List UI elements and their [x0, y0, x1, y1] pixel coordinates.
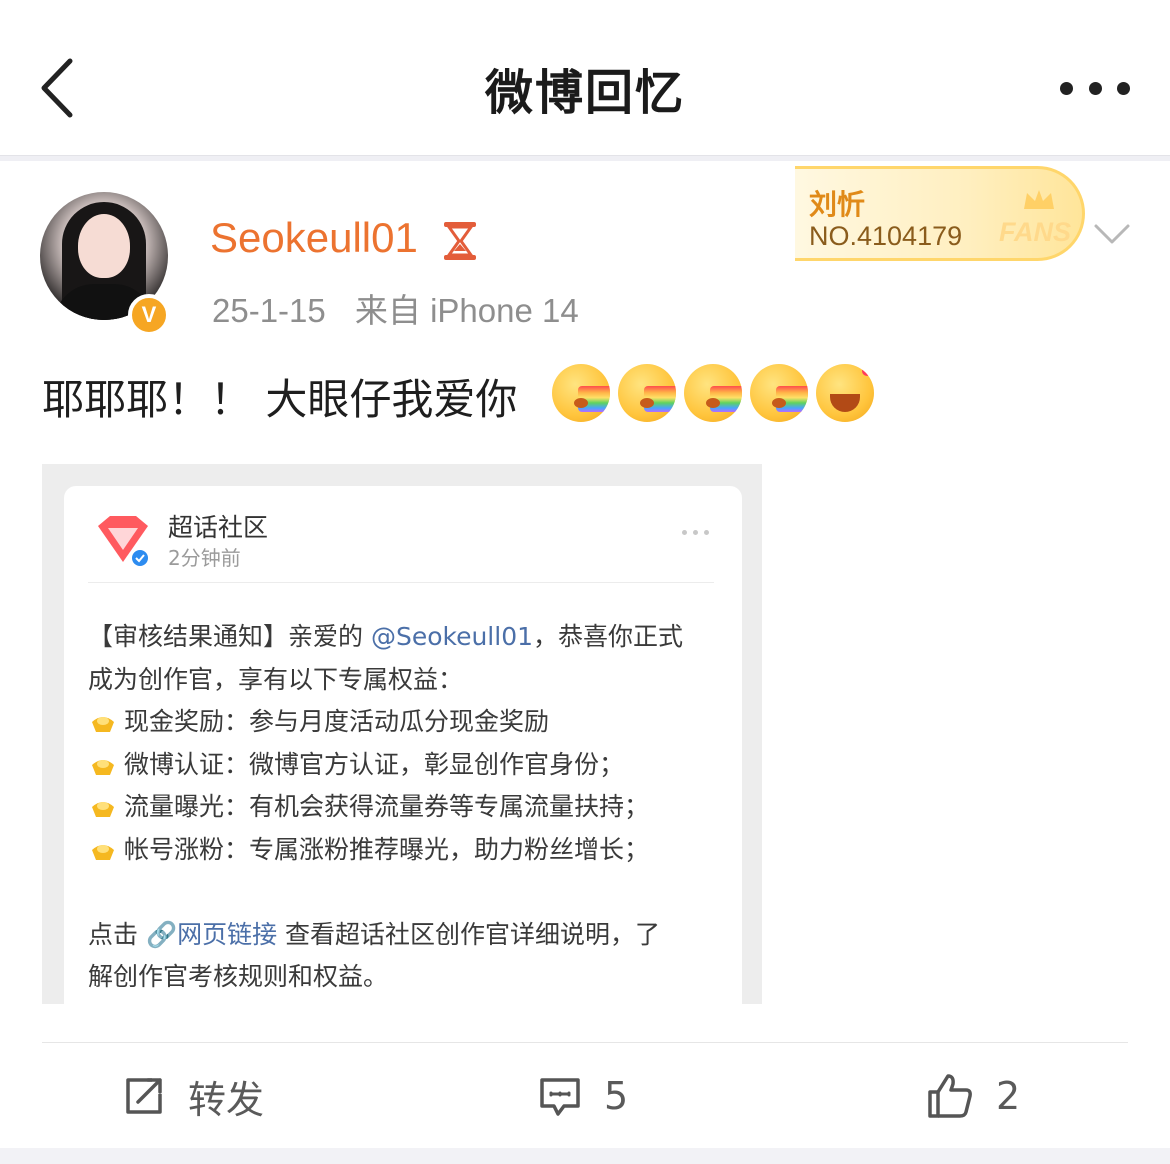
gold-ingot-icon — [92, 717, 114, 732]
embed-text: 解创作官考核规则和权益。 — [88, 962, 389, 991]
header-divider — [0, 155, 1170, 161]
crown-icon — [1024, 190, 1054, 209]
embed-divider — [88, 582, 714, 583]
embedded-notification-card: 超话社区 2分钟前 【审核结果通知】亲爱的 @Seokeull01，恭喜你正式 … — [64, 486, 742, 1004]
fans-badge-label: FANS — [999, 217, 1072, 247]
post-image[interactable]: 超话社区 2分钟前 【审核结果通知】亲爱的 @Seokeull01，恭喜你正式 … — [42, 464, 762, 1004]
more-options-button[interactable] — [1060, 74, 1130, 102]
rainbow-vomit-emoji-icon — [618, 364, 676, 422]
benefit-item: 流量曝光：有机会获得流量券等专属流量扶持； — [88, 786, 728, 829]
repost-icon — [126, 1078, 162, 1114]
post-source: 来自 iPhone 14 — [354, 292, 579, 329]
page-title: 微博回忆 — [484, 64, 685, 121]
emoji-row — [552, 364, 882, 424]
bottom-spacer — [0, 1148, 1170, 1164]
embed-time: 2分钟前 — [168, 546, 241, 570]
embed-more-icon — [682, 530, 715, 535]
embed-text: 【审核结果通知】亲爱的 — [88, 622, 371, 651]
gold-ingot-icon — [92, 802, 114, 817]
benefit-item: 帐号涨粉：专属涨粉推荐曝光，助力粉丝增长； — [88, 829, 728, 872]
post-text: 耶耶耶！！ 大眼仔我爱你 — [42, 375, 518, 424]
comment-icon — [540, 1078, 580, 1116]
thumbs-up-icon — [928, 1074, 972, 1118]
comment-button[interactable]: 5 — [538, 1068, 628, 1124]
fans-badge-number: NO.4104179 — [809, 221, 963, 251]
fans-badge[interactable]: 刘忻 NO.4104179 FANS — [795, 166, 1085, 261]
happy-emoji-icon — [816, 364, 874, 422]
post-date: 25-1-15 — [212, 292, 326, 329]
chevron-left-icon — [41, 58, 73, 118]
web-link: 网页链接 — [177, 919, 278, 949]
benefit-item: 现金奖励：参与月度活动瓜分现金奖励 — [88, 701, 728, 744]
post-meta: 25-1-15 来自 iPhone 14 — [212, 284, 599, 332]
like-button[interactable]: 2 — [926, 1068, 1020, 1124]
embed-text: ，恭喜你正式 — [533, 622, 684, 651]
like-count: 2 — [996, 1074, 1021, 1118]
chevron-down-icon[interactable] — [1090, 218, 1134, 250]
repost-label: 转发 — [188, 1077, 265, 1122]
embed-text: 点击 — [88, 919, 146, 949]
gold-ingot-icon — [92, 759, 114, 775]
embed-text: 成为创作官，享有以下专属权益： — [88, 664, 464, 694]
top-nav-bar: 微博回忆 — [0, 0, 1170, 155]
comment-count: 5 — [604, 1074, 629, 1118]
action-bar: 转发 5 2 — [0, 1050, 1170, 1142]
hourglass-icon — [444, 222, 476, 260]
link-icon: 🔗 — [145, 919, 178, 949]
verified-badge-icon: V — [128, 294, 170, 336]
rainbow-vomit-emoji-icon — [750, 364, 808, 422]
embed-body: 【审核结果通知】亲爱的 @Seokeull01，恭喜你正式 成为创作官，享有以下… — [88, 616, 728, 999]
back-button[interactable] — [34, 55, 78, 121]
more-dots-icon — [1060, 81, 1073, 95]
embed-author: 超话社区 — [168, 513, 269, 542]
rainbow-vomit-emoji-icon — [684, 364, 742, 422]
gold-ingot-icon — [92, 844, 114, 860]
embed-mention: @Seokeull01 — [370, 622, 534, 651]
repost-button[interactable]: 转发 — [122, 1068, 264, 1124]
supertopic-logo-icon — [98, 516, 148, 566]
footer-divider — [42, 1042, 1128, 1043]
fans-badge-name: 刘忻 — [809, 188, 866, 221]
embed-text: 查看超话社区创作官详细说明，了 — [277, 919, 661, 949]
rainbow-vomit-emoji-icon — [552, 364, 610, 422]
username-link[interactable]: Seokeull01 — [210, 214, 418, 262]
benefit-item: 微博认证：微博官方认证，彰显创作官身份； — [88, 744, 728, 787]
